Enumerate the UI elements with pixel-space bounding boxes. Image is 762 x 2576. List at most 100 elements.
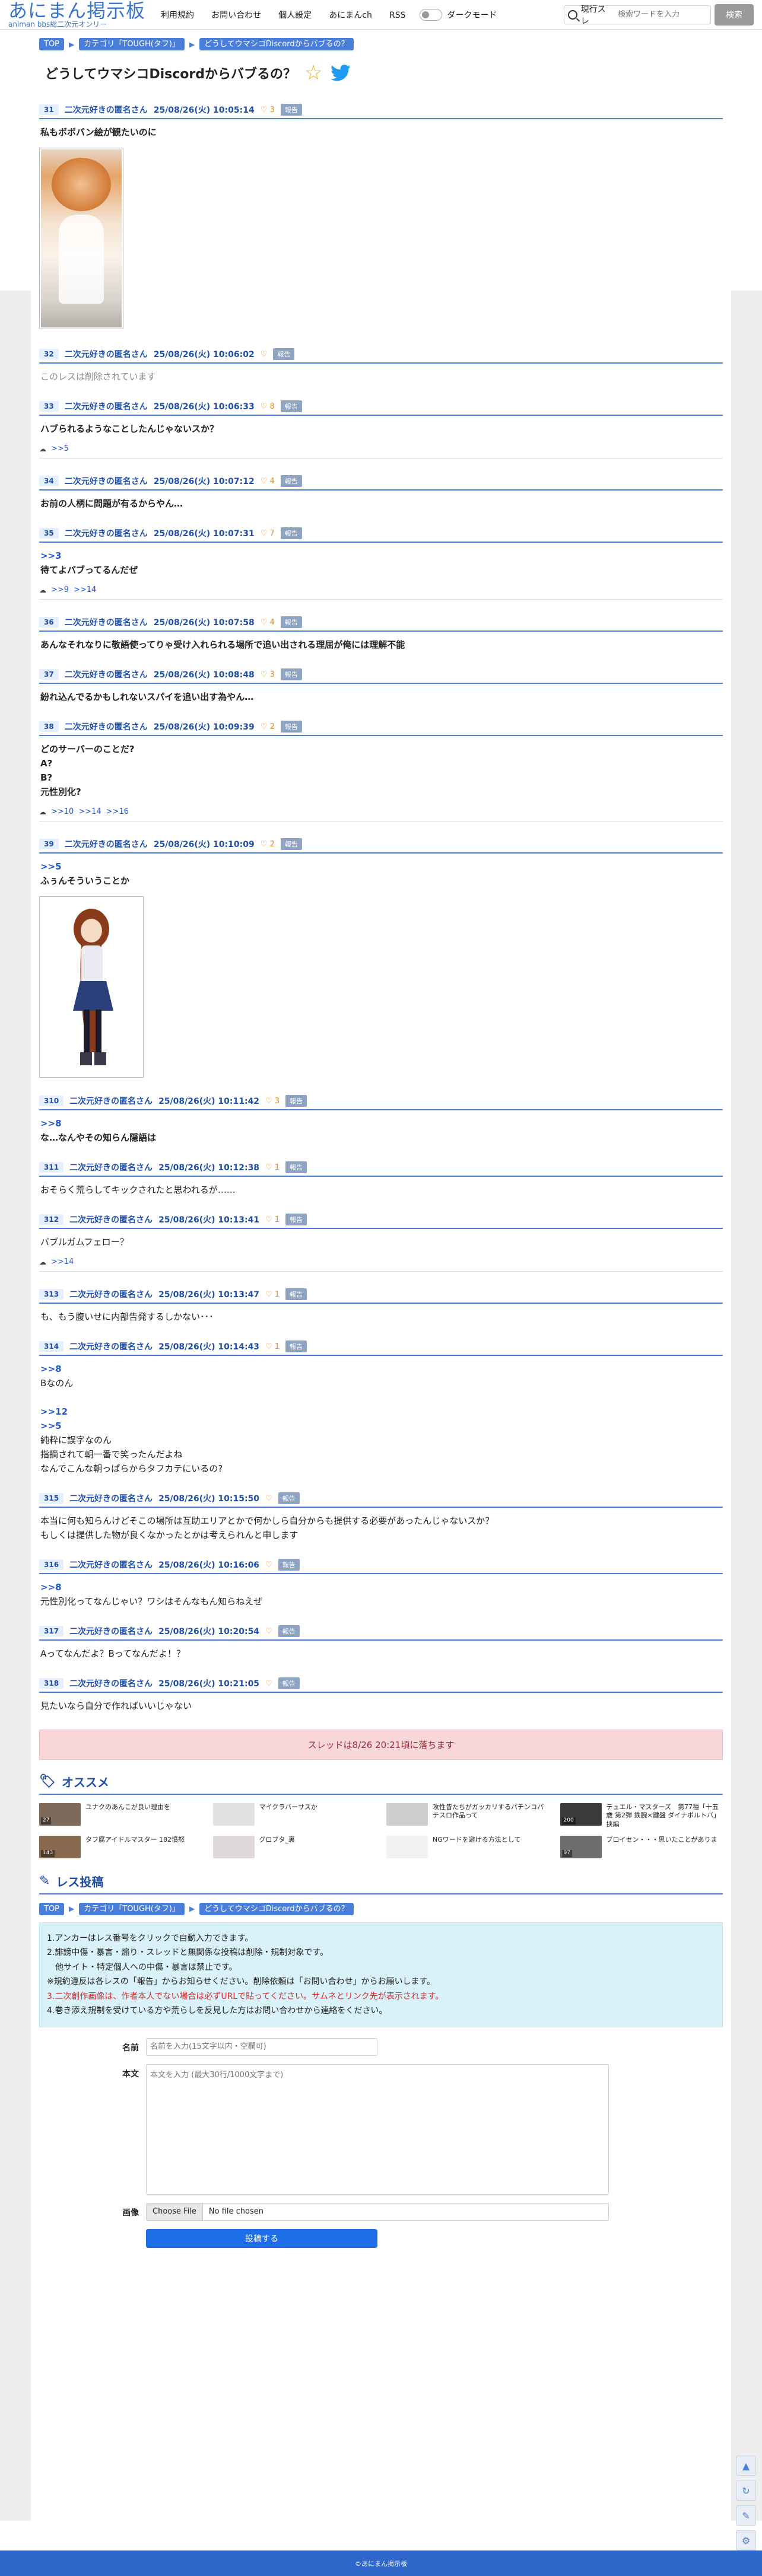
anchor-link[interactable]: >>5 (40, 859, 723, 874)
report-button[interactable]: 報告 (285, 1288, 307, 1300)
like-button[interactable]: ♡ 2 (261, 840, 275, 849)
twitter-bird-icon[interactable] (331, 65, 351, 81)
favorite-star-icon[interactable]: ☆ (304, 61, 322, 85)
post-number[interactable]: 34 (39, 476, 59, 486)
report-button[interactable]: 報告 (280, 400, 302, 412)
anchor-link[interactable]: >>8 (40, 1580, 723, 1594)
post-image[interactable] (39, 148, 123, 329)
like-button[interactable]: ♡ 7 (261, 529, 275, 538)
like-button[interactable]: ♡ 3 (261, 670, 275, 679)
post-number[interactable]: 33 (39, 401, 59, 412)
like-button[interactable]: ♡ 3 (261, 106, 275, 114)
recommend-item[interactable]: 97 ブロイセン・・・思いたことがありま (560, 1835, 723, 1858)
search-button[interactable]: 検索 (715, 4, 754, 26)
submit-button[interactable]: 投稿する (146, 2228, 377, 2248)
reply-link[interactable]: >>14 (74, 585, 96, 594)
nav-settings[interactable]: 個人設定 (278, 11, 312, 20)
post-number[interactable]: 316 (39, 1559, 64, 1570)
site-logo[interactable]: あにまん掲示板 animan bbs総二次元オンリー (8, 1, 145, 28)
report-button[interactable]: 報告 (278, 1559, 300, 1571)
scroll-top-icon[interactable]: ▲ (736, 2456, 756, 2476)
recommend-item[interactable]: 143 タフ腐アイドルマスター 182憤怒 (39, 1835, 202, 1858)
breadcrumb-top[interactable]: TOP (39, 1902, 65, 1915)
post-number[interactable]: 311 (39, 1162, 64, 1173)
like-button[interactable]: ♡ 2 (261, 722, 275, 731)
image-file-input[interactable]: Choose File No file chosen (146, 2202, 609, 2221)
anchor-link[interactable]: >>8 (40, 1116, 723, 1131)
reply-link[interactable]: >>9 (51, 585, 69, 594)
anchor-link[interactable]: >>12 (40, 1405, 723, 1419)
report-button[interactable]: 報告 (285, 1095, 307, 1107)
breadcrumb-top[interactable]: TOP (39, 38, 65, 50)
recommend-item[interactable]: 攻性皆たちがガッカリするパチンコパチスロ作品って (386, 1803, 550, 1829)
reload-icon[interactable]: ↻ (736, 2481, 756, 2501)
breadcrumb-thread[interactable]: どうしてウマシコDiscordからバブるの？ (199, 1902, 354, 1915)
anchor-link[interactable]: >>3 (40, 549, 723, 563)
reply-link[interactable]: >>14 (51, 1257, 74, 1266)
nav-terms[interactable]: 利用規約 (161, 11, 194, 20)
post-number[interactable]: 312 (39, 1214, 64, 1225)
reply-link[interactable]: >>16 (106, 807, 129, 816)
post-image[interactable] (39, 896, 144, 1078)
post-number[interactable]: 37 (39, 669, 59, 680)
post-number[interactable]: 39 (39, 839, 59, 849)
search-scope-select[interactable]: 現行スレ (581, 3, 613, 27)
post-number[interactable]: 318 (39, 1678, 64, 1689)
like-button[interactable]: ♡ 1 (265, 1342, 280, 1351)
anchor-link[interactable]: >>8 (40, 1362, 723, 1376)
like-button[interactable]: ♡ 1 (265, 1163, 280, 1172)
gear-icon[interactable]: ⚙ (736, 2530, 756, 2550)
breadcrumb-category[interactable]: カテゴリ「TOUGH(タフ)」 (79, 1902, 185, 1915)
recommend-item[interactable]: 27 ユナクのあんこが良い理由を (39, 1803, 202, 1829)
like-button[interactable]: ♡ 4 (261, 477, 275, 486)
report-button[interactable]: 報告 (280, 668, 302, 680)
report-button[interactable]: 報告 (285, 1161, 307, 1173)
report-button[interactable]: 報告 (278, 1625, 300, 1637)
report-button[interactable]: 報告 (280, 616, 302, 628)
post-number[interactable]: 310 (39, 1096, 64, 1106)
choose-file-button[interactable]: Choose File (147, 2203, 203, 2220)
like-button[interactable]: ♡ 3 (265, 1097, 280, 1106)
breadcrumb-thread[interactable]: どうしてウマシコDiscordからバブるの？ (199, 38, 354, 50)
reply-link[interactable]: >>14 (78, 807, 101, 816)
breadcrumb-category[interactable]: カテゴリ「TOUGH(タフ)」 (79, 38, 185, 50)
report-button[interactable]: 報告 (280, 104, 302, 116)
report-button[interactable]: 報告 (280, 475, 302, 487)
nav-contact[interactable]: お問い合わせ (211, 11, 261, 20)
nav-animanch[interactable]: あにまんch (329, 11, 372, 20)
recommend-item[interactable]: NGワードを避ける方法として (386, 1835, 550, 1858)
post-number[interactable]: 32 (39, 349, 59, 359)
post-number[interactable]: 315 (39, 1493, 64, 1504)
report-button[interactable]: 報告 (273, 348, 295, 360)
anchor-link[interactable]: >>5 (40, 1419, 723, 1433)
dark-mode-toggle[interactable]: ダークモード (420, 8, 497, 21)
reply-link[interactable]: >>10 (51, 807, 74, 816)
report-button[interactable]: 報告 (285, 1340, 307, 1352)
like-button[interactable]: ♡ (265, 1561, 272, 1569)
like-button[interactable]: ♡ (261, 350, 268, 359)
recommend-item[interactable]: マイクラバーサスか (212, 1803, 376, 1829)
report-button[interactable]: 報告 (280, 838, 302, 850)
search-input[interactable] (618, 10, 707, 19)
nav-rss[interactable]: RSS (389, 11, 406, 20)
toggle-switch[interactable] (420, 8, 443, 21)
post-number[interactable]: 38 (39, 721, 59, 732)
body-textarea[interactable] (146, 2064, 609, 2195)
post-number[interactable]: 313 (39, 1289, 64, 1300)
reply-link[interactable]: >>5 (51, 444, 69, 453)
report-button[interactable]: 報告 (280, 527, 302, 539)
report-button[interactable]: 報告 (285, 1214, 307, 1225)
post-number[interactable]: 35 (39, 528, 59, 539)
like-button[interactable]: ♡ (265, 1627, 272, 1636)
post-number[interactable]: 317 (39, 1626, 64, 1636)
recommend-item[interactable]: 200 デュエル・マスターズ 第77種「十五歳 第2弾 鉄腕×鍵盤 ダイナボルトバ… (560, 1803, 723, 1829)
like-button[interactable]: ♡ 1 (265, 1290, 280, 1299)
report-button[interactable]: 報告 (278, 1492, 300, 1504)
like-button[interactable]: ♡ 4 (261, 618, 275, 627)
recommend-item[interactable]: グロブタ_裏 (212, 1835, 376, 1858)
report-button[interactable]: 報告 (278, 1677, 300, 1689)
post-number[interactable]: 31 (39, 104, 59, 115)
post-number[interactable]: 314 (39, 1341, 64, 1352)
like-button[interactable]: ♡ (265, 1679, 272, 1688)
write-icon[interactable]: ✎ (736, 2505, 756, 2526)
